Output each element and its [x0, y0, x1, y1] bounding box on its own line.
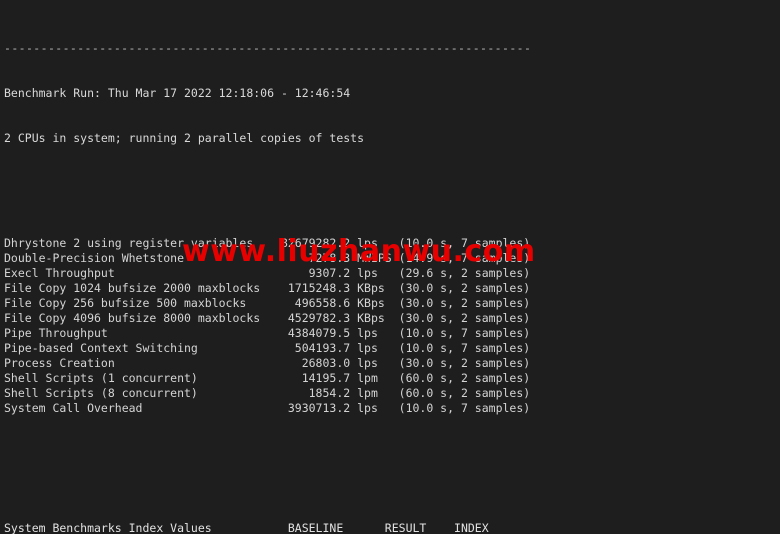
benchmark-result-row: Execl Throughput 9307.2 lps (29.6 s, 2 s… — [4, 266, 531, 280]
benchmark-result-row: Shell Scripts (8 concurrent) 1854.2 lpm … — [4, 386, 531, 400]
benchmark-result-row: System Call Overhead 3930713.2 lps (10.0… — [4, 401, 531, 415]
benchmark-result-row: Shell Scripts (1 concurrent) 14195.7 lpm… — [4, 371, 531, 385]
benchmark-run-header: Benchmark Run: Thu Mar 17 2022 12:18:06 … — [4, 86, 351, 100]
benchmark-result-row: Dhrystone 2 using register variables 826… — [4, 236, 531, 250]
top-rule: ----------------------------------------… — [4, 41, 532, 55]
benchmark-result-row: File Copy 4096 bufsize 8000 maxblocks 45… — [4, 311, 531, 325]
benchmark-results-block: Dhrystone 2 using register variables 826… — [4, 236, 531, 416]
benchmark-result-row: Pipe Throughput 4384079.5 lps (10.0 s, 7… — [4, 326, 531, 340]
benchmark-result-row: File Copy 256 bufsize 500 maxblocks 4965… — [4, 296, 531, 310]
cpu-info-line: 2 CPUs in system; running 2 parallel cop… — [4, 131, 365, 145]
benchmark-result-row: Pipe-based Context Switching 504193.7 lp… — [4, 341, 531, 355]
benchmark-result-row: File Copy 1024 bufsize 2000 maxblocks 17… — [4, 281, 531, 295]
benchmark-result-row: Process Creation 26803.0 lps (30.0 s, 2 … — [4, 356, 531, 370]
benchmark-result-row: Double-Precision Whetstone 7278.3 MWIPS … — [4, 251, 531, 265]
index-table-header: System Benchmarks Index Values BASELINE … — [4, 521, 531, 534]
terminal-window[interactable]: ----------------------------------------… — [0, 0, 780, 534]
index-table-column-headers: System Benchmarks Index Values BASELINE … — [4, 521, 489, 534]
terminal-output: ----------------------------------------… — [4, 0, 531, 534]
